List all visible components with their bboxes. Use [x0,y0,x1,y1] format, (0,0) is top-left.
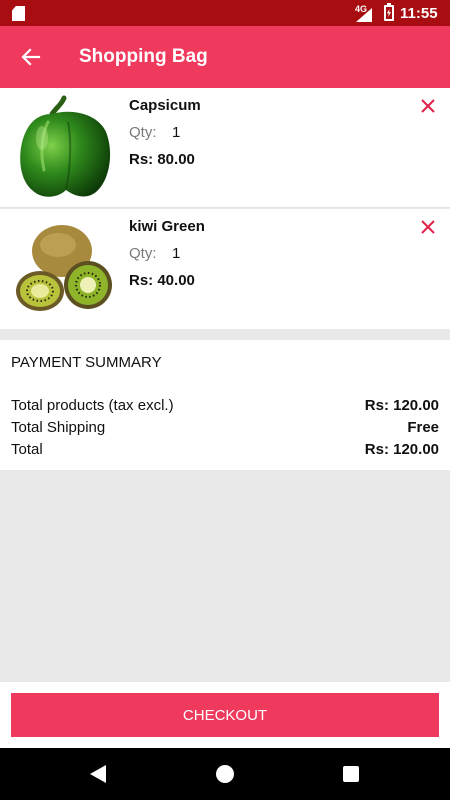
cart-item: kiwi Green Qty: 1 Rs: 40.00 [0,209,450,329]
close-icon [421,99,435,113]
page-title: Shopping Bag [79,46,208,67]
nav-home-icon[interactable] [216,765,234,783]
payment-summary: PAYMENT SUMMARY Total products (tax excl… [0,340,450,470]
product-price: Rs: 80.00 [129,151,195,168]
network-type-label: 4G [355,4,368,14]
qty-value: 1 [172,124,181,141]
summary-value: Rs: 120.00 [364,397,439,414]
close-icon [421,220,435,234]
cart-item: Capsicum Qty: 1 Rs: 80.00 [0,88,450,208]
qty-label: Qty: [129,124,157,141]
battery-charging-icon [384,3,394,21]
nav-back-icon[interactable] [90,765,106,783]
checkout-button[interactable]: CHECKOUT [11,693,439,737]
app-bar: Shopping Bag [0,26,450,88]
summary-row-shipping: Total Shipping Free [11,419,439,439]
product-name: kiwi Green [129,218,205,235]
back-button[interactable] [12,38,50,76]
summary-value: Rs: 120.00 [364,441,439,458]
sim-card-icon [12,6,25,21]
kiwi-image [16,225,112,311]
qty-label: Qty: [129,245,157,262]
summary-label: Total Shipping [11,419,106,436]
arrow-back-icon [21,48,41,66]
summary-label: Total [11,441,43,458]
checkout-area: CHECKOUT [0,682,450,748]
product-price: Rs: 40.00 [129,272,195,289]
nav-recents-icon[interactable] [343,766,359,782]
status-clock: 11:55 [400,5,438,22]
summary-value: Free [407,419,439,436]
remove-item-button[interactable] [414,213,442,241]
capsicum-image [20,95,111,197]
remove-item-button[interactable] [414,92,442,120]
summary-label: Total products (tax excl.) [11,397,174,414]
qty-value: 1 [172,245,181,262]
status-bar: 4G 11:55 [0,0,450,26]
product-name: Capsicum [129,97,201,114]
summary-title: PAYMENT SUMMARY [11,354,162,371]
summary-row-total: Total Rs: 120.00 [11,441,439,461]
system-nav-bar [0,748,450,800]
summary-row-products: Total products (tax excl.) Rs: 120.00 [11,397,439,417]
